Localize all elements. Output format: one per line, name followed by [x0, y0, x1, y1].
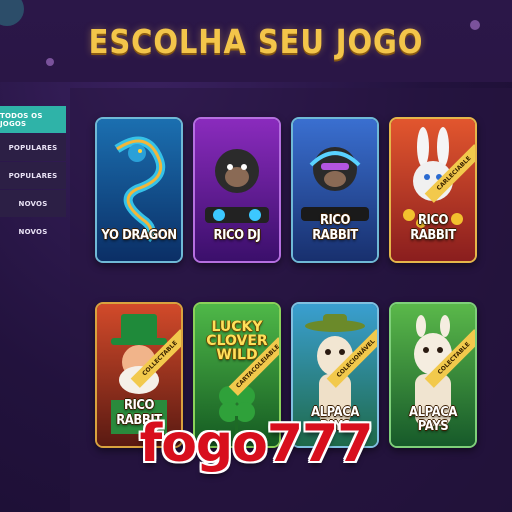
- page-title: ESCOLHA SEU JOGO: [88, 22, 424, 61]
- game-title: RICO RABBIT: [312, 213, 358, 243]
- game-card-rico-rabbit-2[interactable]: CARLECIABLE RICO RABBIT: [389, 117, 477, 263]
- game-card-rico-dj[interactable]: RICO DJ: [193, 117, 281, 263]
- sidebar-item-populares-2[interactable]: POPULARES: [0, 162, 66, 189]
- sidebar-item-todos-os-jogos[interactable]: TODOS OS JOGOS: [0, 106, 66, 133]
- watermark-text: fogo777: [139, 414, 374, 474]
- header: ESCOLHA SEU JOGO: [0, 0, 512, 82]
- game-title: YO DRAGON: [101, 228, 177, 243]
- game-title: RICO DJ: [213, 228, 261, 243]
- sidebar: TODOS OS JOGOS POPULARES POPULARES NOVOS…: [0, 106, 66, 246]
- game-title: RICO RABBIT: [410, 213, 456, 243]
- decor-circle: [0, 0, 24, 26]
- sidebar-item-populares[interactable]: POPULARES: [0, 134, 66, 161]
- sidebar-item-novos-2[interactable]: NOVOS: [0, 218, 66, 245]
- game-card-rico-rabbit[interactable]: RICO RABBIT: [291, 117, 379, 263]
- sidebar-item-novos[interactable]: NOVOS: [0, 190, 66, 217]
- game-card-yo-dragon[interactable]: YO DRAGON: [95, 117, 183, 263]
